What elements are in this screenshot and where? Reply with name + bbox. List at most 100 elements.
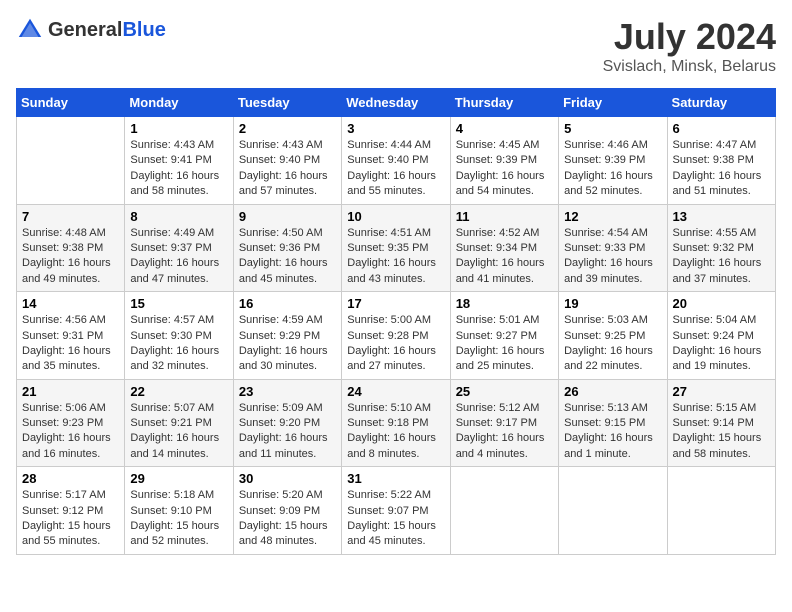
day-number: 5 [564, 121, 661, 136]
day-info: Sunrise: 4:43 AMSunset: 9:41 PMDaylight:… [130, 139, 219, 197]
calendar-cell: 22 Sunrise: 5:07 AMSunset: 9:21 PMDaylig… [125, 379, 233, 467]
calendar-week-row: 14 Sunrise: 4:56 AMSunset: 9:31 PMDaylig… [17, 292, 776, 380]
calendar-cell: 9 Sunrise: 4:50 AMSunset: 9:36 PMDayligh… [233, 204, 341, 292]
calendar-cell [450, 467, 558, 555]
day-info: Sunrise: 4:45 AMSunset: 9:39 PMDaylight:… [456, 139, 545, 197]
day-number: 30 [239, 471, 336, 486]
calendar-cell: 16 Sunrise: 4:59 AMSunset: 9:29 PMDaylig… [233, 292, 341, 380]
header-tuesday: Tuesday [233, 89, 341, 117]
day-info: Sunrise: 5:18 AMSunset: 9:10 PMDaylight:… [130, 489, 219, 547]
logo: GeneralBlue [16, 16, 166, 44]
calendar-cell: 5 Sunrise: 4:46 AMSunset: 9:39 PMDayligh… [559, 117, 667, 205]
calendar-cell: 6 Sunrise: 4:47 AMSunset: 9:38 PMDayligh… [667, 117, 775, 205]
day-number: 9 [239, 209, 336, 224]
day-number: 4 [456, 121, 553, 136]
day-number: 25 [456, 384, 553, 399]
day-info: Sunrise: 5:12 AMSunset: 9:17 PMDaylight:… [456, 402, 545, 460]
day-number: 8 [130, 209, 227, 224]
calendar-cell: 17 Sunrise: 5:00 AMSunset: 9:28 PMDaylig… [342, 292, 450, 380]
calendar-title: July 2024 [603, 16, 776, 58]
page-header: GeneralBlue July 2024 Svislach, Minsk, B… [16, 16, 776, 76]
day-number: 14 [22, 296, 119, 311]
calendar-cell: 25 Sunrise: 5:12 AMSunset: 9:17 PMDaylig… [450, 379, 558, 467]
day-number: 23 [239, 384, 336, 399]
day-number: 3 [347, 121, 444, 136]
day-info: Sunrise: 4:54 AMSunset: 9:33 PMDaylight:… [564, 227, 653, 285]
header-sunday: Sunday [17, 89, 125, 117]
calendar-cell: 23 Sunrise: 5:09 AMSunset: 9:20 PMDaylig… [233, 379, 341, 467]
calendar-cell: 3 Sunrise: 4:44 AMSunset: 9:40 PMDayligh… [342, 117, 450, 205]
calendar-week-row: 7 Sunrise: 4:48 AMSunset: 9:38 PMDayligh… [17, 204, 776, 292]
day-number: 29 [130, 471, 227, 486]
calendar-cell: 27 Sunrise: 5:15 AMSunset: 9:14 PMDaylig… [667, 379, 775, 467]
calendar-cell: 24 Sunrise: 5:10 AMSunset: 9:18 PMDaylig… [342, 379, 450, 467]
day-number: 13 [673, 209, 770, 224]
logo-icon [16, 16, 44, 44]
day-number: 31 [347, 471, 444, 486]
day-info: Sunrise: 4:57 AMSunset: 9:30 PMDaylight:… [130, 314, 219, 372]
calendar-table: SundayMondayTuesdayWednesdayThursdayFrid… [16, 88, 776, 555]
calendar-cell: 11 Sunrise: 4:52 AMSunset: 9:34 PMDaylig… [450, 204, 558, 292]
day-info: Sunrise: 5:03 AMSunset: 9:25 PMDaylight:… [564, 314, 653, 372]
calendar-cell: 28 Sunrise: 5:17 AMSunset: 9:12 PMDaylig… [17, 467, 125, 555]
day-info: Sunrise: 5:13 AMSunset: 9:15 PMDaylight:… [564, 402, 653, 460]
day-number: 16 [239, 296, 336, 311]
calendar-cell: 31 Sunrise: 5:22 AMSunset: 9:07 PMDaylig… [342, 467, 450, 555]
header-wednesday: Wednesday [342, 89, 450, 117]
calendar-cell [559, 467, 667, 555]
day-info: Sunrise: 4:48 AMSunset: 9:38 PMDaylight:… [22, 227, 111, 285]
day-number: 2 [239, 121, 336, 136]
header-saturday: Saturday [667, 89, 775, 117]
day-info: Sunrise: 5:07 AMSunset: 9:21 PMDaylight:… [130, 402, 219, 460]
day-number: 7 [22, 209, 119, 224]
day-number: 10 [347, 209, 444, 224]
day-info: Sunrise: 5:20 AMSunset: 9:09 PMDaylight:… [239, 489, 328, 547]
day-info: Sunrise: 5:00 AMSunset: 9:28 PMDaylight:… [347, 314, 436, 372]
day-info: Sunrise: 5:17 AMSunset: 9:12 PMDaylight:… [22, 489, 111, 547]
day-number: 19 [564, 296, 661, 311]
calendar-cell: 18 Sunrise: 5:01 AMSunset: 9:27 PMDaylig… [450, 292, 558, 380]
day-info: Sunrise: 4:59 AMSunset: 9:29 PMDaylight:… [239, 314, 328, 372]
day-info: Sunrise: 4:46 AMSunset: 9:39 PMDaylight:… [564, 139, 653, 197]
calendar-cell: 26 Sunrise: 5:13 AMSunset: 9:15 PMDaylig… [559, 379, 667, 467]
day-number: 18 [456, 296, 553, 311]
calendar-cell: 14 Sunrise: 4:56 AMSunset: 9:31 PMDaylig… [17, 292, 125, 380]
day-info: Sunrise: 4:49 AMSunset: 9:37 PMDaylight:… [130, 227, 219, 285]
calendar-cell: 12 Sunrise: 4:54 AMSunset: 9:33 PMDaylig… [559, 204, 667, 292]
day-number: 22 [130, 384, 227, 399]
calendar-cell: 1 Sunrise: 4:43 AMSunset: 9:41 PMDayligh… [125, 117, 233, 205]
logo-blue: Blue [122, 19, 165, 41]
calendar-week-row: 21 Sunrise: 5:06 AMSunset: 9:23 PMDaylig… [17, 379, 776, 467]
day-number: 17 [347, 296, 444, 311]
calendar-cell: 20 Sunrise: 5:04 AMSunset: 9:24 PMDaylig… [667, 292, 775, 380]
day-number: 26 [564, 384, 661, 399]
calendar-cell: 19 Sunrise: 5:03 AMSunset: 9:25 PMDaylig… [559, 292, 667, 380]
calendar-week-row: 1 Sunrise: 4:43 AMSunset: 9:41 PMDayligh… [17, 117, 776, 205]
day-info: Sunrise: 5:01 AMSunset: 9:27 PMDaylight:… [456, 314, 545, 372]
day-number: 1 [130, 121, 227, 136]
calendar-cell: 7 Sunrise: 4:48 AMSunset: 9:38 PMDayligh… [17, 204, 125, 292]
day-info: Sunrise: 5:22 AMSunset: 9:07 PMDaylight:… [347, 489, 436, 547]
calendar-cell: 21 Sunrise: 5:06 AMSunset: 9:23 PMDaylig… [17, 379, 125, 467]
logo-general: General [48, 19, 122, 41]
header-thursday: Thursday [450, 89, 558, 117]
calendar-cell: 29 Sunrise: 5:18 AMSunset: 9:10 PMDaylig… [125, 467, 233, 555]
day-info: Sunrise: 4:47 AMSunset: 9:38 PMDaylight:… [673, 139, 762, 197]
calendar-cell: 4 Sunrise: 4:45 AMSunset: 9:39 PMDayligh… [450, 117, 558, 205]
day-info: Sunrise: 5:10 AMSunset: 9:18 PMDaylight:… [347, 402, 436, 460]
day-info: Sunrise: 5:15 AMSunset: 9:14 PMDaylight:… [673, 402, 762, 460]
calendar-cell [667, 467, 775, 555]
calendar-cell [17, 117, 125, 205]
calendar-cell: 2 Sunrise: 4:43 AMSunset: 9:40 PMDayligh… [233, 117, 341, 205]
day-number: 24 [347, 384, 444, 399]
day-number: 27 [673, 384, 770, 399]
calendar-header-row: SundayMondayTuesdayWednesdayThursdayFrid… [17, 89, 776, 117]
day-info: Sunrise: 5:06 AMSunset: 9:23 PMDaylight:… [22, 402, 111, 460]
day-number: 11 [456, 209, 553, 224]
day-number: 21 [22, 384, 119, 399]
day-info: Sunrise: 4:52 AMSunset: 9:34 PMDaylight:… [456, 227, 545, 285]
header-friday: Friday [559, 89, 667, 117]
calendar-cell: 15 Sunrise: 4:57 AMSunset: 9:30 PMDaylig… [125, 292, 233, 380]
day-info: Sunrise: 5:09 AMSunset: 9:20 PMDaylight:… [239, 402, 328, 460]
day-info: Sunrise: 4:43 AMSunset: 9:40 PMDaylight:… [239, 139, 328, 197]
